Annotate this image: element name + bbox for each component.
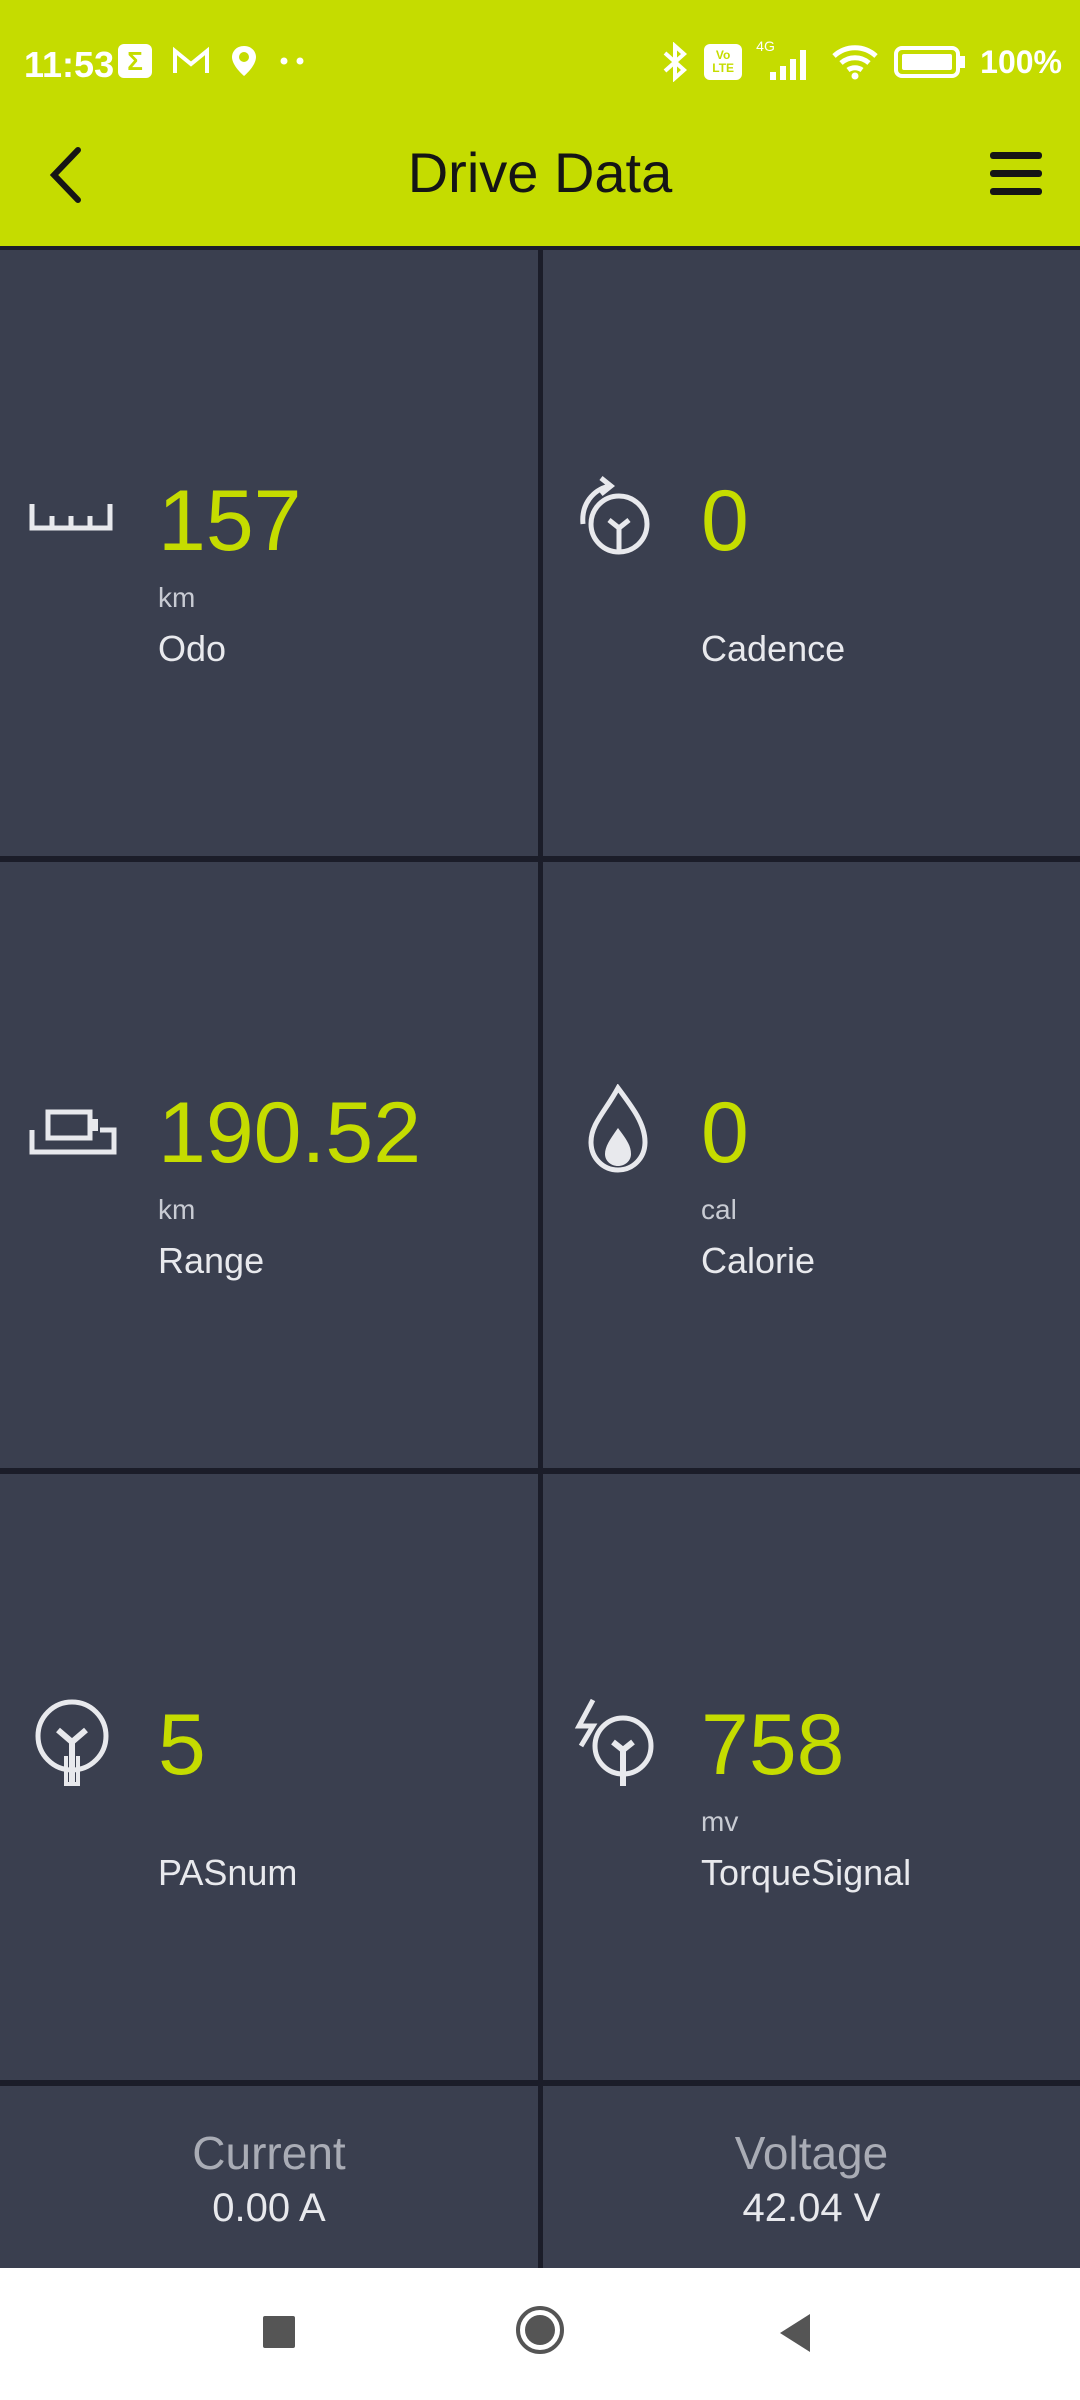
tile-torque-signal: 758 mv TorqueSignal xyxy=(543,1474,1080,2080)
calorie-unit: cal xyxy=(701,1194,737,1225)
wifi-icon xyxy=(832,45,878,80)
flame-icon xyxy=(588,1084,648,1173)
menu-button[interactable] xyxy=(988,148,1044,200)
battery-percent: 100% xyxy=(980,43,1062,80)
tile-odo: 157 km Odo xyxy=(0,250,538,856)
pasnum-value: 5 xyxy=(158,1697,206,1793)
app-top-bar: 11:53 Σ Vo LTE 4G 100% Drive Data xyxy=(0,0,1080,246)
calorie-label: Calorie xyxy=(701,1240,816,1281)
status-right-icons: Vo LTE 4G 100% xyxy=(660,38,1062,82)
calorie-value: 0 xyxy=(701,1085,749,1181)
current-value: 0.00 A xyxy=(212,2186,326,2230)
odo-value: 157 xyxy=(158,473,302,569)
triangle-back-icon xyxy=(780,2314,810,2352)
bluetooth-icon xyxy=(663,42,688,82)
ruler-icon xyxy=(29,504,113,531)
recents-button[interactable] xyxy=(262,2308,296,2358)
tile-calorie: 0 cal Calorie xyxy=(543,862,1080,1468)
status-time: 11:53 xyxy=(24,44,115,85)
more-notifications-icon xyxy=(280,57,304,65)
torque-value: 758 xyxy=(701,1697,845,1793)
voltage-panel: Voltage 42.04 V xyxy=(543,2086,1080,2268)
status-bar: 11:53 Σ Vo LTE 4G 100% xyxy=(0,0,1080,130)
current-panel: Current 0.00 A xyxy=(0,2086,538,2268)
range-unit: km xyxy=(158,1194,196,1225)
pas-crank-icon xyxy=(35,1699,109,1786)
voltage-title: Voltage xyxy=(734,2127,889,2179)
tile-cadence: 0 Cadence xyxy=(543,250,1080,856)
sigma-app-icon: Σ xyxy=(118,44,152,78)
system-nav-bar xyxy=(0,2268,1080,2400)
home-button[interactable] xyxy=(514,2302,566,2358)
status-left-icons: Σ xyxy=(118,44,308,78)
voltage-value: 42.04 V xyxy=(742,2186,881,2230)
circle-icon xyxy=(516,2306,564,2354)
location-icon xyxy=(232,46,256,76)
odo-label: Odo xyxy=(158,628,227,669)
hamburger-icon xyxy=(990,152,1042,195)
mail-icon xyxy=(173,46,209,73)
page-title: Drive Data xyxy=(407,141,673,204)
torque-signal-icon xyxy=(574,1698,654,1786)
current-title: Current xyxy=(192,2127,346,2179)
square-icon xyxy=(263,2316,295,2348)
range-value: 190.52 xyxy=(158,1085,422,1181)
torque-unit: mv xyxy=(701,1806,739,1837)
odo-unit: km xyxy=(158,582,196,613)
signal-icon: 4G xyxy=(756,38,816,82)
range-label: Range xyxy=(158,1240,265,1281)
cadence-label: Cadence xyxy=(701,628,846,669)
torque-label: TorqueSignal xyxy=(701,1852,912,1893)
back-nav-button[interactable] xyxy=(776,2308,816,2358)
tile-pasnum: 5 PASnum xyxy=(0,1474,538,2080)
cadence-value: 0 xyxy=(701,473,749,569)
pasnum-label: PASnum xyxy=(158,1852,298,1893)
battery-icon xyxy=(894,46,966,78)
tile-range: 190.52 km Range xyxy=(0,862,538,1468)
battery-range-icon xyxy=(29,1109,117,1155)
cadence-crank-icon xyxy=(580,476,650,555)
volte-icon: Vo LTE xyxy=(704,44,743,80)
